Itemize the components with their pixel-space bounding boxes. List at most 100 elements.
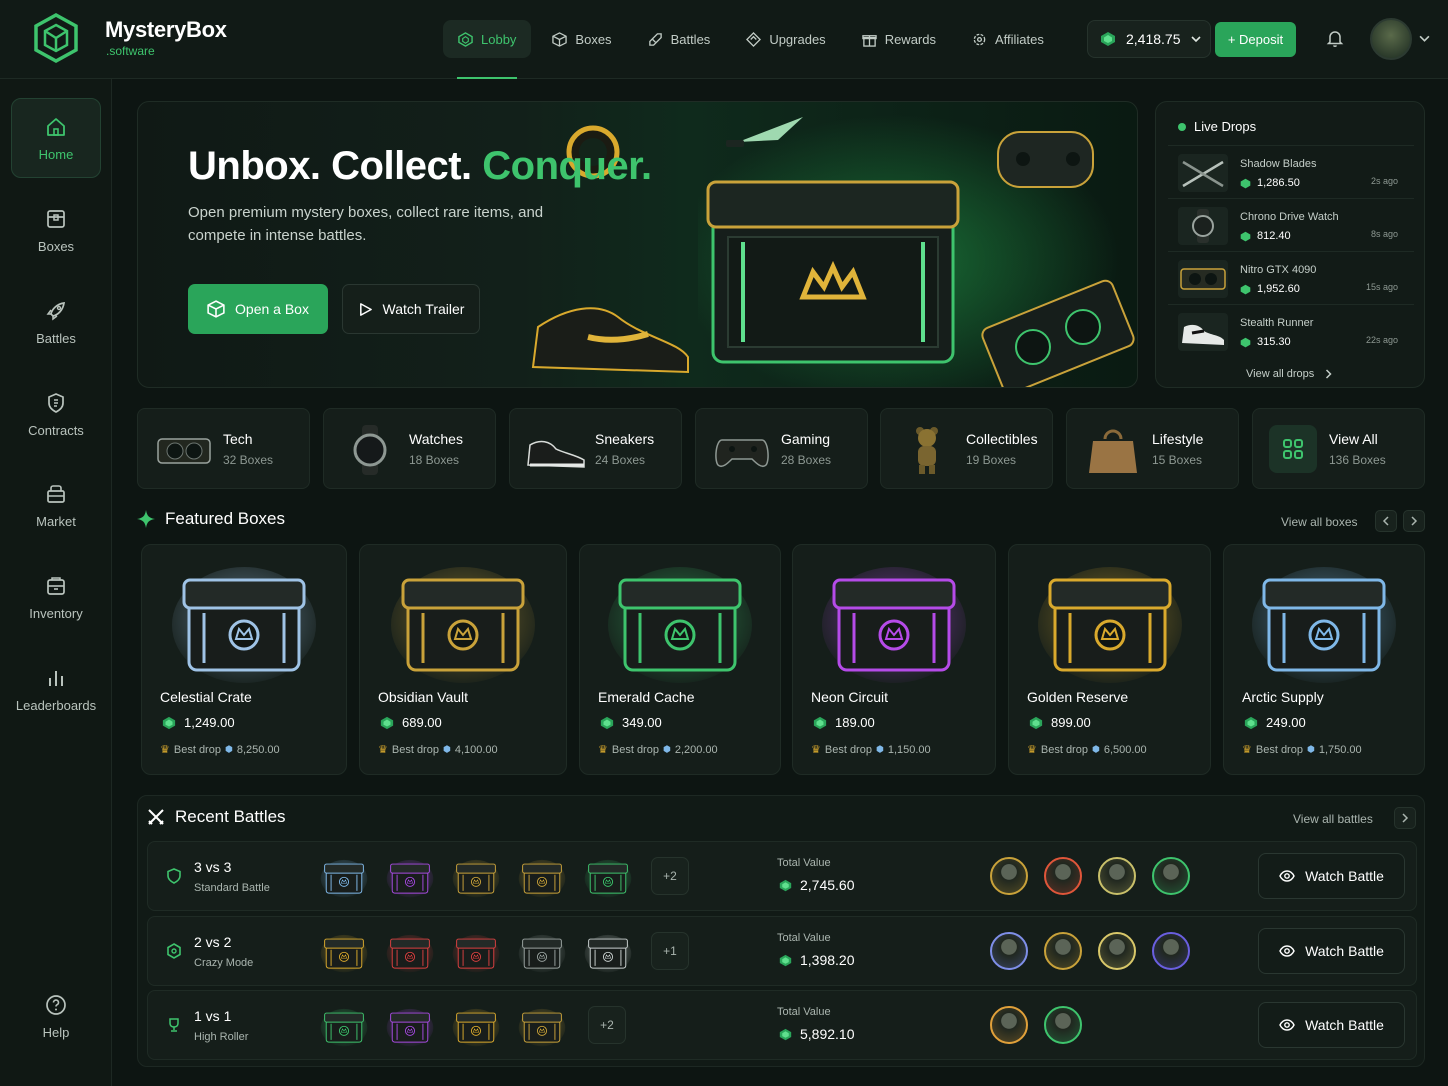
box-price-value: 249.00 (1266, 715, 1306, 730)
leaderboard-icon (49, 670, 63, 686)
total-value-label: Total Value (777, 857, 831, 869)
battle-box-thumb (452, 934, 500, 973)
featured-box-card[interactable]: Celestial Crate 1,249.00 ♛ Best drop ⬢ 8,25… (141, 544, 347, 775)
help-icon (46, 994, 66, 1015)
nav-lobby[interactable]: Lobby (443, 20, 532, 79)
sidebar-item-market[interactable]: Market (11, 465, 101, 545)
player-avatar[interactable] (1044, 932, 1082, 970)
crown-icon: ♛ (1027, 744, 1037, 756)
category-count: 28 Boxes (781, 453, 832, 467)
category-sneakers[interactable]: Sneakers 24 Boxes (509, 408, 682, 489)
chevron-right-icon (1411, 516, 1418, 526)
view-all-drops-link[interactable]: View all drops (1246, 368, 1333, 380)
grid-icon (1269, 425, 1317, 473)
sidebar-label: Market (36, 513, 76, 529)
featured-box-card[interactable]: Emerald Cache 349.00 ♛ Best drop ⬢ 2,200.00 (579, 544, 781, 775)
prev-button[interactable] (1375, 510, 1397, 532)
featured-box-card[interactable]: Neon Circuit 189.00 ♛ Best drop ⬢ 1,150.00 (792, 544, 996, 775)
drop-name: Chrono Drive Watch (1240, 211, 1339, 223)
watch-battle-button[interactable]: Watch Battle (1258, 1002, 1405, 1048)
nav-rewards[interactable]: Rewards (847, 20, 951, 58)
battle-box-thumb (518, 934, 566, 973)
battle-row[interactable]: 3 vs 3 Standard Battle +2 Total Value 2,… (147, 841, 1417, 911)
open-box-button[interactable]: Open a Box (188, 284, 328, 334)
battle-row[interactable]: 1 vs 1 High Roller +2 Total Value 5,892.… (147, 990, 1417, 1060)
brand-name[interactable]: MysteryBox (105, 17, 227, 43)
nav-upgrades[interactable]: Upgrades (731, 20, 840, 58)
category-collectibles[interactable]: Collectibles 19 Boxes (880, 408, 1053, 489)
battle-box-thumb (452, 1008, 500, 1047)
live-drop-item[interactable]: Stealth Runner 315.30 22s ago (1168, 304, 1414, 356)
live-drops-title: Live Drops (1178, 119, 1256, 134)
hero-subtitle: Open premium mystery boxes, collect rare… (188, 204, 544, 244)
watch-trailer-button[interactable]: Watch Trailer (342, 284, 480, 334)
drop-price-value: 1,952.60 (1257, 283, 1300, 295)
balance-dropdown[interactable]: 2,418.75 (1087, 20, 1211, 58)
player-avatar[interactable] (990, 1006, 1028, 1044)
live-drop-item[interactable]: Nitro GTX 4090 1,952.60 15s ago (1168, 251, 1414, 303)
drop-time: 8s ago (1370, 229, 1398, 239)
sneaker-icon (1178, 313, 1228, 351)
player-avatar[interactable] (990, 857, 1028, 895)
next-button[interactable] (1403, 510, 1425, 532)
featured-box-card[interactable]: Arctic Supply 249.00 ♛ Best drop ⬢ 1,750.00 (1223, 544, 1425, 775)
nav-boxes[interactable]: Boxes (537, 20, 626, 58)
sidebar-item-inventory[interactable]: Inventory (11, 557, 101, 637)
next-button[interactable] (1394, 807, 1416, 829)
total-value-label: Total Value (777, 932, 831, 944)
total-value-amount: 5,892.10 (800, 1026, 855, 1042)
sidebar-item-contracts[interactable]: Contracts (11, 374, 101, 454)
crate-icon (391, 567, 535, 683)
sidebar-item-boxes[interactable]: Boxes (11, 190, 101, 270)
best-drop-value: 4,100.00 (454, 743, 498, 756)
watch-battle-button[interactable]: Watch Battle (1258, 853, 1405, 899)
best-drop-label: Best drop (391, 743, 439, 756)
player-avatar[interactable] (1152, 857, 1190, 895)
category-gaming[interactable]: Gaming 28 Boxes (695, 408, 868, 489)
best-drop: ♛ Best drop ⬢ 8,250.00 (160, 743, 280, 757)
eye-icon (1279, 870, 1295, 882)
sidebar-item-battles[interactable]: Battles (11, 282, 101, 362)
sidebar-item-leaderboards[interactable]: Leaderboards (11, 649, 101, 729)
featured-box-card[interactable]: Golden Reserve 899.00 ♛ Best drop ⬢ 6,500.0… (1008, 544, 1211, 775)
box-name: Emerald Cache (598, 689, 695, 705)
sidebar-item-home[interactable]: Home (11, 98, 101, 178)
player-avatar[interactable] (1044, 857, 1082, 895)
sparkle-icon (137, 510, 155, 528)
watch-battle-button[interactable]: Watch Battle (1258, 928, 1405, 974)
live-drop-item[interactable]: Chrono Drive Watch 812.40 8s ago (1168, 198, 1414, 250)
view-all-boxes-link[interactable]: View all boxes (1281, 515, 1358, 529)
eye-icon (1279, 945, 1295, 957)
gem-icon: ⬢ (224, 744, 233, 754)
gem-icon (813, 716, 827, 729)
sidebar-item-help[interactable]: Help (11, 976, 101, 1056)
player-avatar[interactable] (1098, 857, 1136, 895)
category-view-all[interactable]: View All 136 Boxes (1252, 408, 1425, 489)
player-avatar[interactable] (1152, 932, 1190, 970)
battle-row[interactable]: 2 vs 2 Crazy Mode +1 Total Value 1,398.2… (147, 916, 1417, 986)
view-all-battles-link[interactable]: View all battles (1293, 812, 1373, 826)
featured-title: Featured Boxes (165, 509, 286, 528)
gem-icon (779, 879, 792, 891)
battle-mode: 2 vs 2 (194, 934, 232, 950)
more-boxes-badge: +2 (588, 1006, 626, 1044)
player-avatar[interactable] (990, 932, 1028, 970)
market-icon (47, 484, 65, 503)
nav-label: Affiliates (994, 31, 1044, 47)
category-tech[interactable]: Tech 32 Boxes (137, 408, 310, 489)
crate-icon (822, 567, 966, 683)
player-avatar[interactable] (1044, 1006, 1082, 1044)
bell-icon[interactable] (1325, 28, 1345, 48)
category-lifestyle[interactable]: Lifestyle 15 Boxes (1066, 408, 1239, 489)
best-drop: ♛ Best drop ⬢ 1,150.00 (811, 743, 931, 757)
hero-banner: Unbox. Collect. Conquer. Open premium my… (137, 101, 1138, 388)
nav-battles[interactable]: Battles (633, 20, 726, 58)
category-watches[interactable]: Watches 18 Boxes (323, 408, 496, 489)
user-avatar[interactable] (1370, 18, 1412, 60)
player-avatar[interactable] (1098, 932, 1136, 970)
chevron-down-icon[interactable] (1419, 33, 1430, 44)
nav-affiliates[interactable]: Affiliates (957, 20, 1059, 58)
deposit-button[interactable]: + Deposit (1215, 22, 1296, 57)
live-drop-item[interactable]: Shadow Blades 1,286.50 2s ago (1168, 145, 1414, 197)
featured-box-card[interactable]: Obsidian Vault 689.00 ♛ Best drop ⬢ 4,100.0… (359, 544, 567, 775)
